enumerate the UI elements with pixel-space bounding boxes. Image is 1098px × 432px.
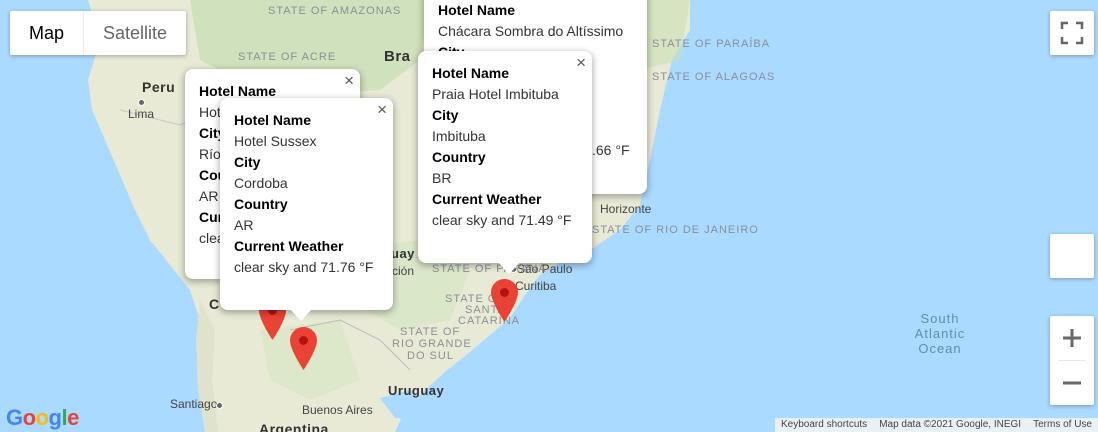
label-partial-c: C [209, 296, 220, 312]
country-label: Country [432, 149, 486, 165]
label-state-paraiba: STATE OF PARAÍBA [652, 38, 771, 50]
label-city-horizonte: Horizonte [600, 202, 652, 216]
close-icon[interactable]: × [576, 53, 586, 73]
label-ocean: South Atlantic Ocean [910, 311, 970, 356]
lima-dot [138, 99, 145, 106]
fullscreen-button[interactable] [1050, 11, 1094, 55]
logo-letter-o2: o [35, 405, 49, 430]
label-country-peru: Peru [142, 79, 176, 95]
map-type-satellite-button[interactable]: Satellite [83, 11, 186, 55]
map-data-attribution: Map data ©2021 Google, INEGI [879, 419, 1022, 430]
hotel-name-value: Chácara Sombra do Altíssimo [438, 23, 624, 39]
map-type-control: Map Satellite [10, 11, 187, 55]
city-value: Cordoba [234, 175, 288, 191]
city-label: City [432, 107, 459, 123]
label-ocean-1: South [920, 311, 960, 326]
santiago-dot [216, 402, 223, 409]
label-state-rs-3: DO SUL [407, 350, 454, 362]
hotel-name-value: Hotel Sussex [234, 133, 317, 149]
map-footer: Keyboard shortcuts Map data ©2021 Google… [775, 418, 1098, 432]
label-city-lima: Lima [128, 107, 155, 121]
label-ocean-3: Ocean [918, 341, 962, 356]
label-city-buenos-aires: Buenos Aires [302, 403, 373, 417]
label-city-curitiba: Curitiba [515, 279, 557, 293]
label-ocean-2: Atlantic [914, 326, 966, 341]
minus-icon [1063, 381, 1081, 385]
terms-of-use-link[interactable]: Terms of Use [1027, 418, 1098, 432]
label-state-acre: STATE OF ACRE [238, 51, 337, 63]
logo-letter-g2: g [48, 405, 62, 430]
weather-label: Current Weather [432, 191, 542, 207]
zoom-control [1050, 316, 1094, 405]
map-type-map-button[interactable]: Map [10, 11, 83, 55]
hotel-name-label: Hotel Name [432, 65, 510, 81]
label-state-rio: STATE OF RIO DE JANEIRO [592, 224, 759, 236]
info-window-tail [498, 262, 520, 274]
label-state-rs-1: STATE OF [400, 326, 461, 338]
city-label: City [234, 154, 261, 170]
hotel-name-label: Hotel Name [234, 112, 312, 128]
logo-letter-e: e [67, 405, 79, 430]
country-value: AR [234, 217, 254, 233]
label-state-parana: STATE OF PARANÁ [432, 263, 547, 275]
keyboard-shortcuts-link[interactable]: Keyboard shortcuts [775, 418, 873, 432]
zoom-in-button[interactable] [1050, 316, 1094, 360]
label-state-alagoas: STATE OF ALAGOAS [652, 71, 776, 83]
label-partial-ucion: ción [392, 264, 415, 278]
country-label: Country [234, 196, 288, 212]
map-marker-icon[interactable] [290, 327, 317, 370]
weather-value-partial: .66 °F [592, 142, 630, 158]
label-country-argentina: Argentina [259, 421, 329, 432]
weather-value: clear sky and 71.49 °F [432, 212, 572, 228]
pegman-button[interactable] [1050, 234, 1094, 278]
label-country-brazil: Bra [384, 48, 411, 65]
info-window-cordoba: × Hotel Name Hotel Sussex City Cordoba C… [220, 98, 393, 321]
country-value: BR [432, 170, 452, 186]
plus-icon [1063, 329, 1081, 347]
label-country-uruguay: Uruguay [388, 383, 445, 398]
city-value: Imbituba [432, 128, 486, 144]
map-marker-icon[interactable] [491, 279, 518, 322]
google-logo[interactable]: Google [6, 405, 79, 431]
info-window-tail [290, 309, 312, 321]
hotel-name-value: Praia Hotel Imbituba [432, 86, 559, 102]
logo-letter-o1: o [22, 405, 36, 430]
label-state-rs-2: RIO GRANDE [392, 338, 472, 350]
zoom-out-button[interactable] [1050, 361, 1094, 405]
info-window-imbituba: × Hotel Name Praia Hotel Imbituba City I… [418, 51, 592, 274]
label-state-amazonas: STATE OF AMAZONAS [268, 5, 402, 17]
close-icon[interactable]: × [344, 71, 354, 91]
close-icon[interactable]: × [377, 100, 387, 120]
label-partial-uay: uay [391, 246, 415, 261]
hotel-name-label: Hotel Name [438, 2, 516, 18]
logo-letter-g: G [6, 405, 23, 430]
fullscreen-icon [1060, 21, 1084, 45]
map-canvas[interactable]: STATE OF AMAZONAS STATE OF ACRE Bra Peru… [0, 0, 1098, 432]
weather-value: clear sky and 71.76 °F [234, 259, 374, 275]
weather-label: Current Weather [234, 238, 344, 254]
label-city-santiago: Santiago [170, 397, 218, 411]
